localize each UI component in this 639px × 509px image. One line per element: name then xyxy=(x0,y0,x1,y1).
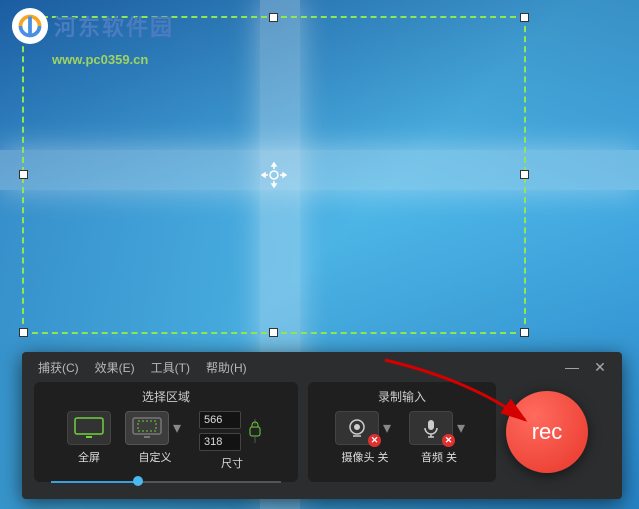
menubar: 捕获(C) 效果(E) 工具(T) 帮助(H) — ✕ xyxy=(22,352,622,382)
resize-handle-mr[interactable] xyxy=(520,170,529,179)
height-input[interactable] xyxy=(199,433,241,451)
resize-handle-bc[interactable] xyxy=(269,328,278,337)
resize-handle-br[interactable] xyxy=(520,328,529,337)
input-group-title: 录制输入 xyxy=(378,388,426,405)
camera-label: 摄像头 关 xyxy=(341,449,388,465)
audio-toggle-button[interactable]: ✕ xyxy=(409,411,453,445)
resize-handle-tc[interactable] xyxy=(269,13,278,22)
aspect-lock-button[interactable] xyxy=(245,412,265,450)
record-button[interactable]: rec xyxy=(506,391,588,473)
recorder-panel: 捕获(C) 效果(E) 工具(T) 帮助(H) — ✕ 选择区域 全屏 xyxy=(22,352,622,499)
minimize-button[interactable]: — xyxy=(558,359,586,375)
camera-off-badge-icon: ✕ xyxy=(368,434,381,447)
width-input[interactable] xyxy=(199,411,241,429)
monitor-dashed-icon xyxy=(132,417,162,439)
region-group: 选择区域 全屏 ▾ 自定义 xyxy=(34,382,298,482)
watermark: 河东软件园 www.pc0359.cn xyxy=(10,6,174,67)
record-button-label: rec xyxy=(532,419,563,445)
site-logo-icon xyxy=(10,6,50,46)
resize-handle-bl[interactable] xyxy=(19,328,28,337)
custom-region-dropdown[interactable]: ▾ xyxy=(169,411,185,445)
size-label: 尺寸 xyxy=(221,455,243,471)
microphone-icon xyxy=(420,417,442,439)
fullscreen-label: 全屏 xyxy=(78,449,100,465)
custom-region-label: 自定义 xyxy=(139,449,172,465)
input-group: 录制输入 ✕ ▾ 摄像头 关 xyxy=(308,382,496,482)
webcam-icon xyxy=(346,417,368,439)
site-brand-text: 河东软件园 xyxy=(54,10,174,42)
move-crosshair-icon[interactable] xyxy=(261,162,287,188)
custom-region-button[interactable] xyxy=(125,411,169,445)
region-group-title: 选择区域 xyxy=(142,388,190,405)
site-url: www.pc0359.cn xyxy=(52,52,174,67)
camera-toggle-button[interactable]: ✕ xyxy=(335,411,379,445)
audio-label: 音频 关 xyxy=(421,449,457,465)
resize-handle-ml[interactable] xyxy=(19,170,28,179)
close-button[interactable]: ✕ xyxy=(586,359,614,376)
camera-dropdown[interactable]: ▾ xyxy=(379,411,395,445)
menu-help[interactable]: 帮助(H) xyxy=(198,355,255,380)
fullscreen-button[interactable] xyxy=(67,411,111,445)
menu-tool[interactable]: 工具(T) xyxy=(143,355,198,380)
monitor-icon xyxy=(74,417,104,439)
menu-capture[interactable]: 捕获(C) xyxy=(30,355,87,380)
audio-off-badge-icon: ✕ xyxy=(442,434,455,447)
resize-handle-tr[interactable] xyxy=(520,13,529,22)
audio-dropdown[interactable]: ▾ xyxy=(453,411,469,445)
menu-effect[interactable]: 效果(E) xyxy=(87,355,143,380)
lock-icon xyxy=(247,415,263,447)
